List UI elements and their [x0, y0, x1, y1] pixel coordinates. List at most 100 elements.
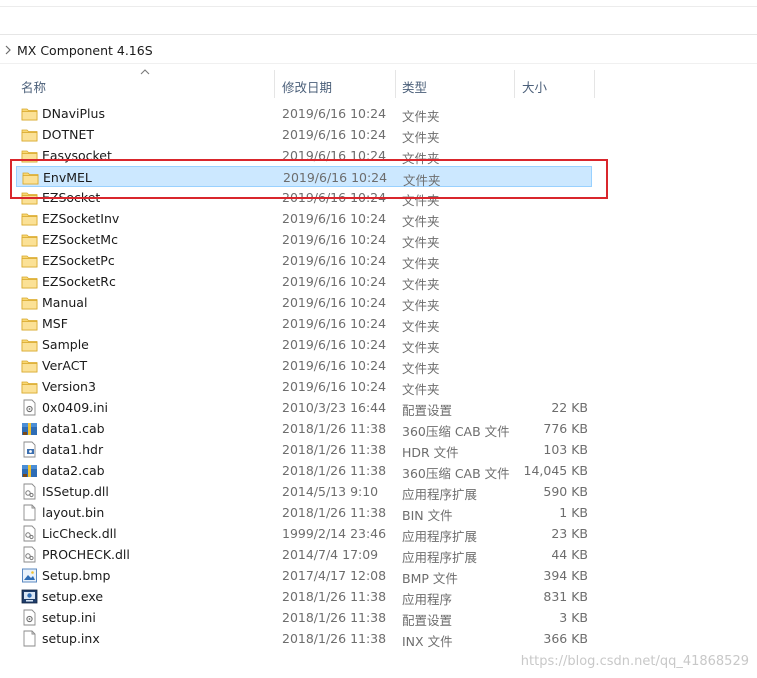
file-row[interactable]: setup.ini 2018/1/26 11:38 配置设置 3 KB [16, 607, 592, 628]
file-row[interactable]: setup.exe 2018/1/26 11:38 应用程序 831 KB [16, 586, 592, 607]
column-header-size[interactable]: 大小 [522, 77, 547, 96]
dll-file-icon [21, 546, 38, 563]
watermark: https://blog.csdn.net/qq_41868529 [520, 654, 749, 669]
file-modified-date: 2019/6/16 10:24 [282, 211, 387, 226]
file-row[interactable]: Manual 2019/6/16 10:24 文件夹 [16, 292, 592, 313]
file-size: 366 KB [543, 631, 588, 646]
folder-icon [21, 210, 38, 227]
folder-icon [21, 126, 38, 143]
archive-file-icon [21, 420, 38, 437]
file-name: EZSocketPc [42, 253, 115, 268]
file-row[interactable]: MSF 2019/6/16 10:24 文件夹 [16, 313, 592, 334]
folder-icon [21, 252, 38, 269]
file-row[interactable]: LicCheck.dll 1999/2/14 23:46 应用程序扩展 23 KB [16, 523, 592, 544]
file-size: 103 KB [543, 442, 588, 457]
file-type: 配置设置 [402, 613, 453, 628]
file-type: 文件夹 [402, 298, 440, 313]
file-type: 360压缩 CAB 文件 [402, 424, 510, 439]
settings-file-icon [21, 399, 38, 416]
file-size: 3 KB [559, 610, 588, 625]
column-separator[interactable] [514, 70, 515, 98]
file-type: 文件夹 [402, 109, 440, 124]
file-row[interactable]: Version3 2019/6/16 10:24 文件夹 [16, 376, 592, 397]
chevron-right-icon[interactable] [3, 44, 13, 56]
file-modified-date: 2019/6/16 10:24 [282, 274, 387, 289]
file-row[interactable]: 0x0409.ini 2010/3/23 16:44 配置设置 22 KB [16, 397, 592, 418]
file-size: 44 KB [551, 547, 588, 562]
file-row[interactable]: PROCHECK.dll 2014/7/4 17:09 应用程序扩展 44 KB [16, 544, 592, 565]
file-name: PROCHECK.dll [42, 547, 130, 562]
file-type: 文件夹 [402, 361, 440, 376]
file-row[interactable]: data1.hdr 2018/1/26 11:38 HDR 文件 103 KB [16, 439, 592, 460]
file-modified-date: 2010/3/23 16:44 [282, 400, 387, 415]
column-separator[interactable] [594, 70, 595, 98]
toolbar-edge [0, 0, 757, 7]
file-name: setup.ini [42, 610, 96, 625]
file-row[interactable]: layout.bin 2018/1/26 11:38 BIN 文件 1 KB [16, 502, 592, 523]
file-size: 776 KB [543, 421, 588, 436]
file-modified-date: 2019/6/16 10:24 [282, 232, 387, 247]
file-modified-date: 2019/6/16 10:24 [282, 295, 387, 310]
file-modified-date: 2017/4/17 12:08 [282, 568, 387, 583]
file-modified-date: 2014/7/4 17:09 [282, 547, 379, 562]
dll-file-icon [21, 525, 38, 542]
file-type: BMP 文件 [402, 571, 458, 586]
column-separator[interactable] [274, 70, 275, 98]
file-modified-date: 2018/1/26 11:38 [282, 631, 387, 646]
column-header-name[interactable]: 名称 [21, 77, 46, 96]
file-modified-date: 2018/1/26 11:38 [282, 442, 387, 457]
file-modified-date: 2018/1/26 11:38 [282, 589, 387, 604]
file-row[interactable]: VerACT 2019/6/16 10:24 文件夹 [16, 355, 592, 376]
file-row[interactable]: data1.cab 2018/1/26 11:38 360压缩 CAB 文件 776 … [16, 418, 592, 439]
file-name: setup.inx [42, 631, 100, 646]
breadcrumb-folder[interactable]: MX Component 4.16S [17, 43, 153, 58]
file-name: layout.bin [42, 505, 105, 520]
file-type: 应用程序扩展 [402, 487, 478, 502]
file-type: INX 文件 [402, 634, 453, 649]
file-name: Setup.bmp [42, 568, 111, 583]
file-row[interactable]: EZSocketRc 2019/6/16 10:24 文件夹 [16, 271, 592, 292]
file-row[interactable]: EZSocketMc 2019/6/16 10:24 文件夹 [16, 229, 592, 250]
file-name: Manual [42, 295, 88, 310]
file-type: 应用程序扩展 [402, 550, 478, 565]
file-size: 23 KB [551, 526, 588, 541]
file-size: 14,045 KB [523, 463, 588, 478]
folder-icon [21, 336, 38, 353]
folder-icon [21, 378, 38, 395]
file-row[interactable]: Setup.bmp 2017/4/17 12:08 BMP 文件 394 KB [16, 565, 592, 586]
breadcrumb[interactable]: MX Component 4.16S [0, 40, 757, 62]
hdr-file-icon [21, 441, 38, 458]
file-type: 文件夹 [402, 319, 440, 334]
file-row[interactable]: setup.inx 2018/1/26 11:38 INX 文件 366 KB [16, 628, 592, 649]
sort-ascending-icon [140, 69, 150, 75]
file-modified-date: 2014/5/13 9:10 [282, 484, 379, 499]
file-row[interactable]: data2.cab 2018/1/26 11:38 360压缩 CAB 文件 14,0… [16, 460, 592, 481]
file-row[interactable]: Sample 2019/6/16 10:24 文件夹 [16, 334, 592, 355]
file-size: 831 KB [543, 589, 588, 604]
file-modified-date: 2019/6/16 10:24 [282, 106, 387, 121]
column-header-type[interactable]: 类型 [402, 77, 427, 96]
file-row[interactable]: DOTNET 2019/6/16 10:24 文件夹 [16, 124, 592, 145]
file-type: 应用程序 [402, 592, 453, 607]
blank-file-icon [21, 630, 38, 647]
file-type: 配置设置 [402, 403, 453, 418]
file-name: setup.exe [42, 589, 104, 604]
file-name: Sample [42, 337, 89, 352]
file-type: 文件夹 [402, 214, 440, 229]
file-row[interactable]: EZSocketInv 2019/6/16 10:24 文件夹 [16, 208, 592, 229]
folder-icon [21, 315, 38, 332]
file-row[interactable]: ISSetup.dll 2014/5/13 9:10 应用程序扩展 590 KB [16, 481, 592, 502]
file-row[interactable]: EZSocketPc 2019/6/16 10:24 文件夹 [16, 250, 592, 271]
file-type: 文件夹 [402, 382, 440, 397]
file-type: 文件夹 [402, 340, 440, 355]
file-name: EZSocketRc [42, 274, 116, 289]
file-modified-date: 2018/1/26 11:38 [282, 610, 387, 625]
folder-icon [21, 231, 38, 248]
file-size: 394 KB [543, 568, 588, 583]
column-header-date[interactable]: 修改日期 [282, 77, 332, 96]
column-separator[interactable] [395, 70, 396, 98]
file-modified-date: 2019/6/16 10:24 [282, 253, 387, 268]
file-row[interactable]: DNaviPlus 2019/6/16 10:24 文件夹 [16, 103, 592, 124]
window-top-strip [0, 0, 757, 35]
archive-file-icon [21, 462, 38, 479]
